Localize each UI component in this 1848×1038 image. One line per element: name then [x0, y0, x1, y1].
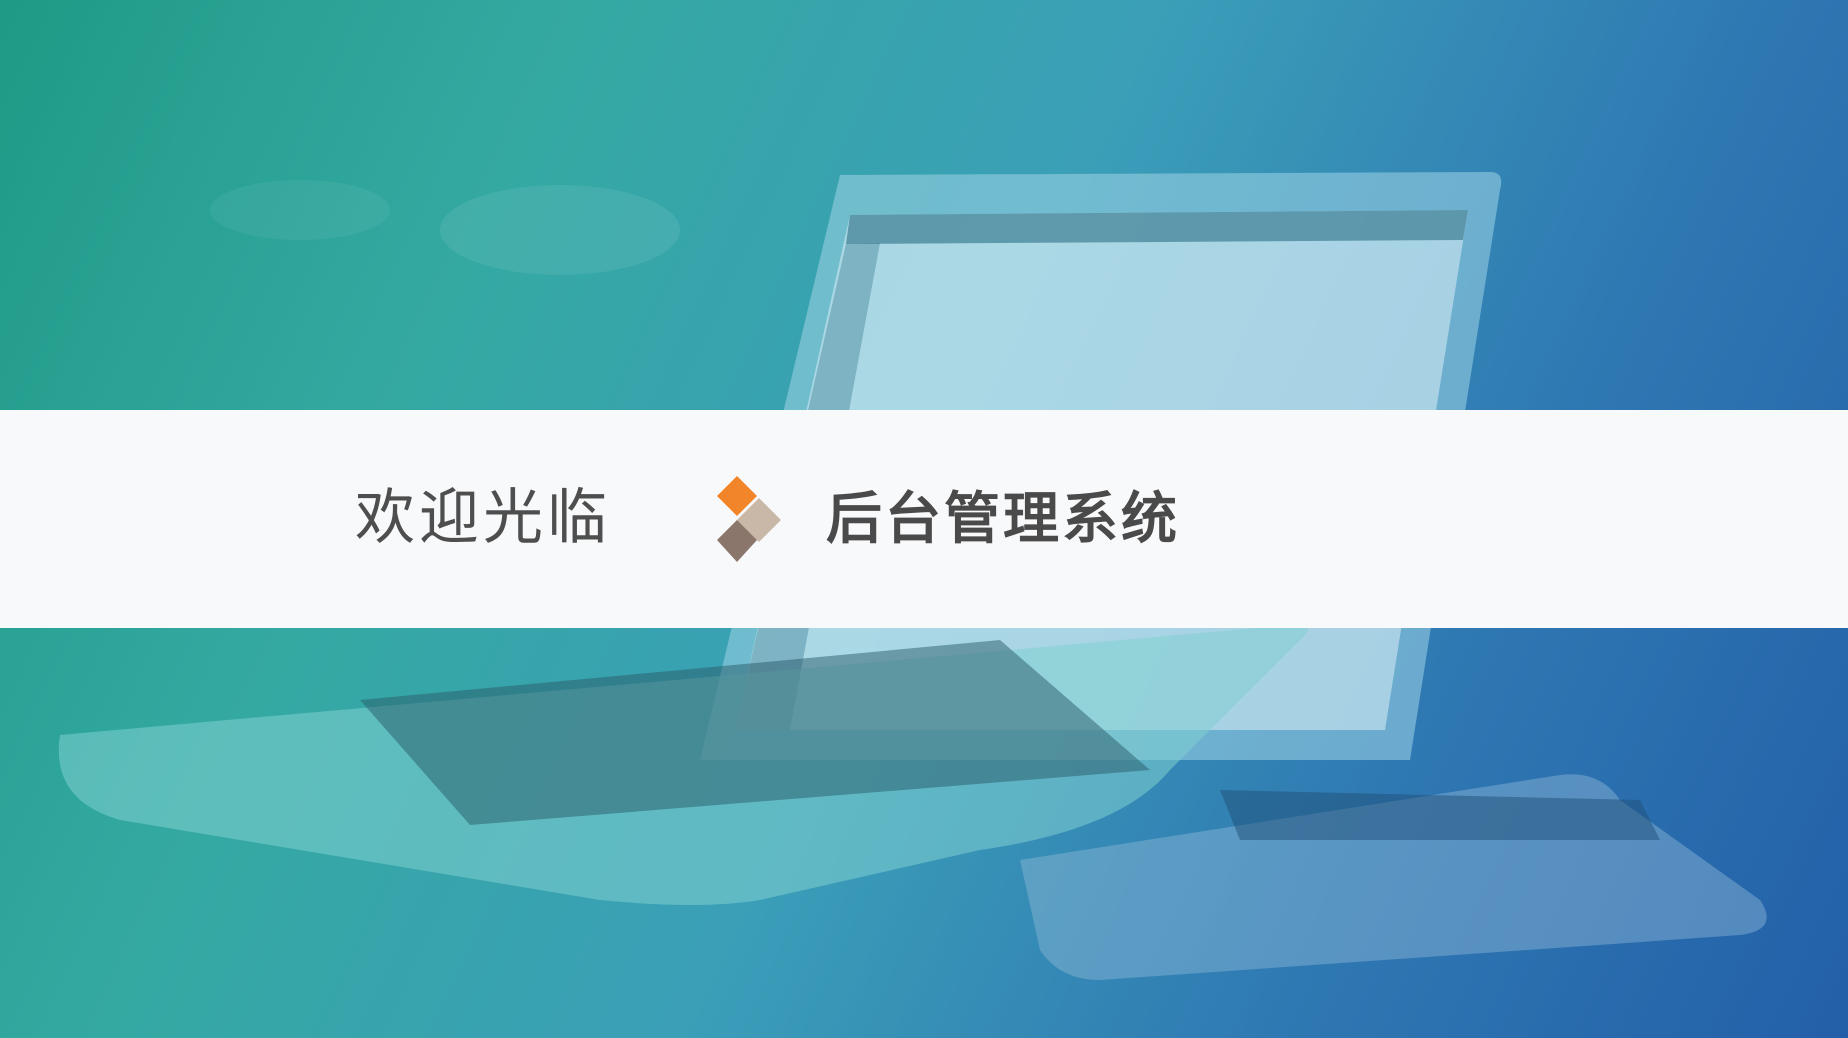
- welcome-text: 欢迎光临: [355, 483, 611, 553]
- diamond-logo-icon: [717, 476, 781, 562]
- system-title: 后台管理系统: [826, 487, 1180, 552]
